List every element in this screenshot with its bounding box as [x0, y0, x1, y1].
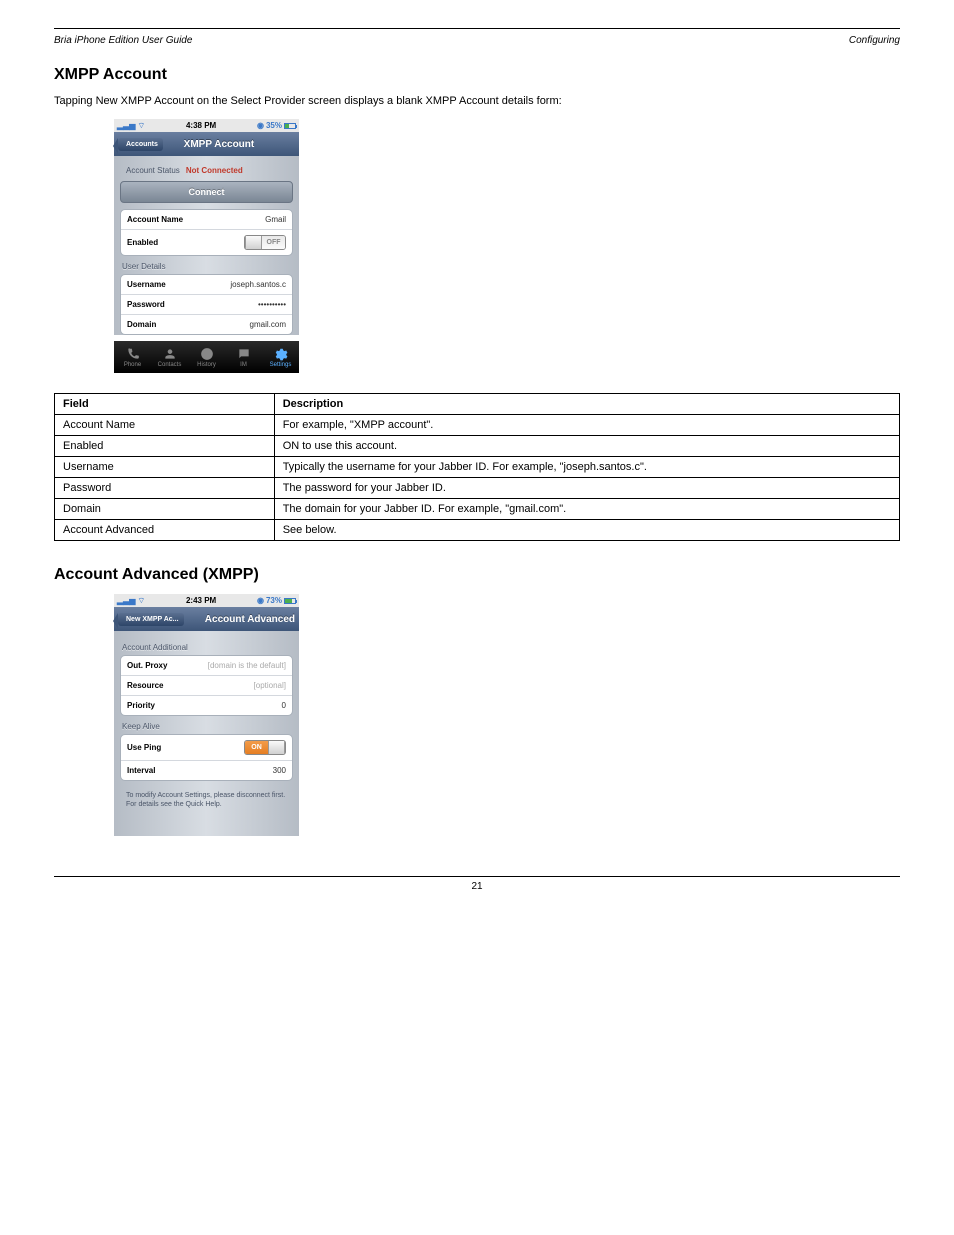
- back-button-accounts[interactable]: Accounts: [118, 138, 163, 151]
- table-row: Account NameFor example, "XMPP account".: [55, 415, 900, 436]
- tab-settings[interactable]: Settings: [262, 341, 299, 373]
- settings-icon: [274, 347, 288, 361]
- table-row: Account AdvancedSee below.: [55, 520, 900, 541]
- domain-value: gmail.com: [250, 320, 286, 329]
- account-additional-label: Account Additional: [122, 643, 291, 652]
- resource-placeholder: [optional]: [254, 681, 286, 690]
- page-number: 21: [54, 881, 900, 892]
- nav-title: XMPP Account: [143, 139, 295, 150]
- tab-bar: Phone Contacts History IM Settings: [114, 341, 299, 373]
- tab-contacts[interactable]: Contacts: [151, 341, 188, 373]
- enabled-toggle[interactable]: OFF: [244, 235, 286, 250]
- user-details-label: User Details: [122, 262, 291, 271]
- status-time: 2:43 PM: [186, 596, 216, 605]
- battery-indicator: ◉ 73%: [257, 596, 296, 605]
- use-ping-row[interactable]: Use Ping ON: [121, 735, 292, 761]
- account-advanced-title: Account Advanced (XMPP): [54, 566, 900, 584]
- tab-phone[interactable]: Phone: [114, 341, 151, 373]
- xmpp-fields-table: Field Description Account NameFor exampl…: [54, 393, 900, 541]
- connect-button[interactable]: Connect: [120, 181, 293, 203]
- tab-im[interactable]: IM: [225, 341, 262, 373]
- screenshot-account-advanced: ▂▃▅ ⌔ 2:43 PM ◉ 73% New XMPP Ac... Accou…: [114, 594, 900, 835]
- xmpp-account-title: XMPP Account: [54, 66, 900, 84]
- out-proxy-placeholder: [domain is the default]: [208, 661, 286, 670]
- back-button-new-xmpp[interactable]: New XMPP Ac...: [118, 613, 184, 626]
- signal-icon: ▂▃▅ ⌔: [117, 121, 145, 131]
- account-name-row[interactable]: Account Name Gmail: [121, 210, 292, 230]
- header-right: Configuring: [849, 35, 900, 46]
- interval-row[interactable]: Interval 300: [121, 761, 292, 780]
- keep-alive-label: Keep Alive: [122, 722, 291, 731]
- disconnect-note: To modify Account Settings, please disco…: [120, 787, 293, 827]
- username-value: joseph.santos.c: [230, 280, 286, 289]
- resource-row[interactable]: Resource [optional]: [121, 676, 292, 696]
- account-status-row: Account Status Not Connected: [120, 162, 293, 179]
- status-time: 4:38 PM: [186, 121, 216, 130]
- table-row: EnabledON to use this account.: [55, 436, 900, 457]
- th-desc: Description: [274, 394, 899, 415]
- password-row[interactable]: Password ••••••••••: [121, 295, 292, 315]
- account-status-value: Not Connected: [186, 166, 243, 175]
- nav-title: Account Advanced: [184, 614, 295, 625]
- signal-icon: ▂▃▅ ⌔: [117, 596, 145, 606]
- status-bar: ▂▃▅ ⌔ 4:38 PM ◉ 35%: [114, 119, 299, 132]
- enabled-row[interactable]: Enabled OFF: [121, 230, 292, 255]
- th-field: Field: [55, 394, 275, 415]
- im-icon: [237, 347, 251, 361]
- table-row: PasswordThe password for your Jabber ID.: [55, 478, 900, 499]
- account-name-value: Gmail: [265, 215, 286, 224]
- username-row[interactable]: Username joseph.santos.c: [121, 275, 292, 295]
- priority-value: 0: [282, 701, 286, 710]
- history-icon: [200, 347, 214, 361]
- battery-indicator: ◉ 35%: [257, 121, 296, 130]
- tab-history[interactable]: History: [188, 341, 225, 373]
- status-bar: ▂▃▅ ⌔ 2:43 PM ◉ 73%: [114, 594, 299, 607]
- screenshot-xmpp-account: ▂▃▅ ⌔ 4:38 PM ◉ 35% Accounts XMPP Accoun…: [114, 119, 900, 373]
- header-left: Bria iPhone Edition User Guide: [54, 35, 192, 46]
- table-row: UsernameTypically the username for your …: [55, 457, 900, 478]
- phone-icon: [126, 347, 140, 361]
- xmpp-intro: Tapping New XMPP Account on the Select P…: [54, 94, 900, 109]
- table-row: DomainThe domain for your Jabber ID. For…: [55, 499, 900, 520]
- domain-row[interactable]: Domain gmail.com: [121, 315, 292, 334]
- out-proxy-row[interactable]: Out. Proxy [domain is the default]: [121, 656, 292, 676]
- use-ping-toggle[interactable]: ON: [244, 740, 286, 755]
- password-value: ••••••••••: [258, 300, 286, 309]
- contacts-icon: [163, 347, 177, 361]
- priority-row[interactable]: Priority 0: [121, 696, 292, 715]
- interval-value: 300: [273, 766, 286, 775]
